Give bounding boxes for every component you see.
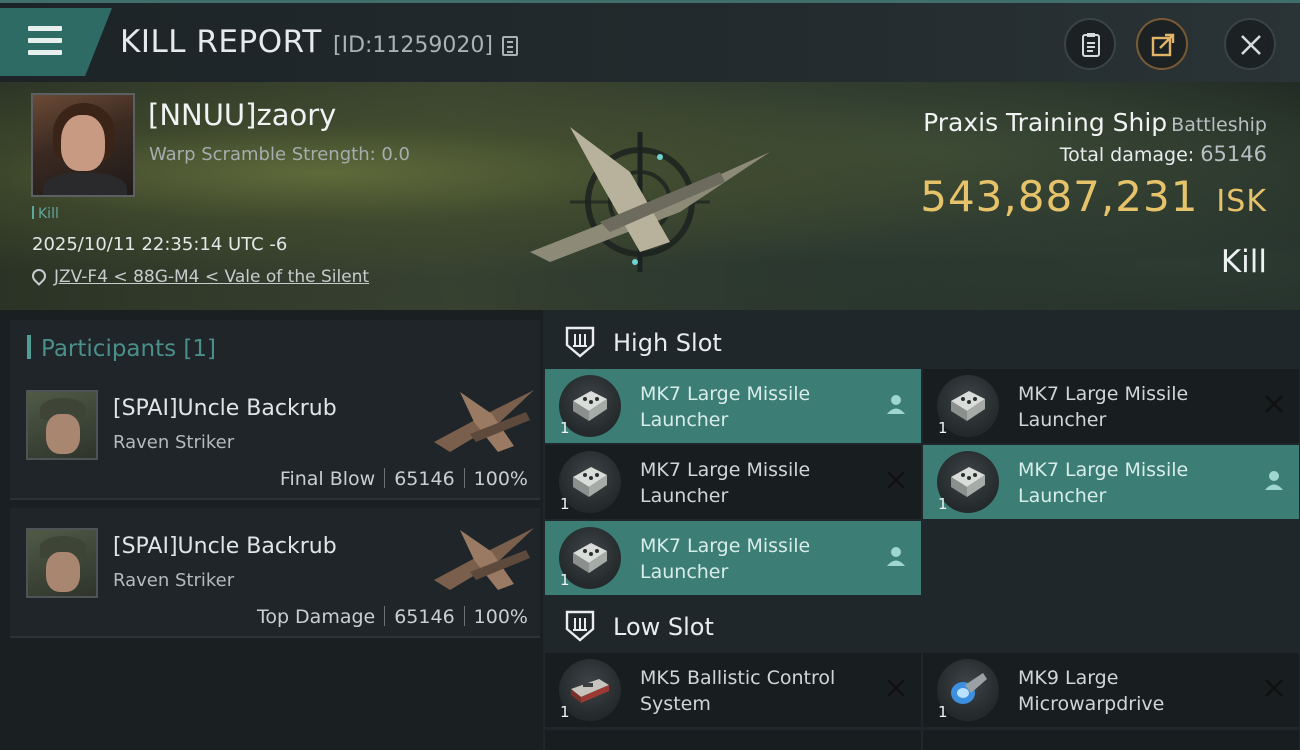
warp-scramble-strength: Warp Scramble Strength: 0.0: [149, 144, 411, 165]
participant-role: Top Damage: [256, 606, 376, 628]
low-slot-icon: [565, 610, 595, 642]
participant-row[interactable]: [SPAI]Uncle Backrub Raven Striker Final …: [10, 370, 540, 500]
module-item[interactable]: 1 MK7 Large Missile Launcher: [545, 369, 921, 443]
low-slot-title: Low Slot: [613, 613, 714, 641]
module-item[interactable]: 1 MK7 Large Missile Launcher: [545, 445, 921, 519]
x-icon: [1265, 395, 1283, 413]
participant-avatar[interactable]: [26, 528, 98, 598]
copy-id-icon[interactable]: [502, 36, 518, 56]
share-button[interactable]: [1136, 18, 1188, 70]
participant-ship-image: [434, 390, 534, 452]
module-quantity: 1: [938, 419, 948, 437]
x-icon: [1265, 679, 1283, 697]
total-damage: Total damage: 65146: [1060, 142, 1267, 166]
menu-button[interactable]: [0, 8, 112, 76]
victim-ship-image: [530, 127, 770, 272]
module-name: MK7 Large Missile Launcher: [640, 535, 811, 583]
module-quantity: 1: [560, 703, 570, 721]
module-item[interactable]: [923, 730, 1299, 750]
high-slot-icon: [565, 326, 595, 358]
participant-name[interactable]: [SPAI]Uncle Backrub: [113, 534, 337, 559]
module-name: MK5 Ballistic Control System: [640, 667, 836, 715]
hamburger-icon: [28, 26, 62, 56]
module-item[interactable]: 1 MK7 Large Missile Launcher: [923, 369, 1299, 443]
low-slot-header: Low Slot: [543, 596, 1300, 654]
participant-ship-image: [434, 528, 534, 590]
result-label: Kill: [1220, 244, 1267, 280]
module-item[interactable]: 1 MK9 Large Microwarpdrive: [923, 653, 1299, 727]
participant-ship: Raven Striker: [113, 570, 235, 591]
module-quantity: 1: [560, 571, 570, 589]
isk-unit: ISK: [1216, 184, 1267, 219]
clipboard-button[interactable]: [1064, 18, 1116, 70]
module-name: MK7 Large Missile Launcher: [1018, 383, 1189, 431]
participant-damage: 65146: [394, 606, 455, 628]
kill-timestamp: 2025/10/11 22:35:14 UTC -6: [32, 234, 288, 255]
ship-class-text: Battleship: [1171, 114, 1267, 136]
x-icon: [887, 471, 905, 489]
participant-name[interactable]: [SPAI]Uncle Backrub: [113, 396, 337, 421]
module-name: MK9 Large Microwarpdrive: [1018, 667, 1165, 715]
participant-row[interactable]: [SPAI]Uncle Backrub Raven Striker Top Da…: [10, 508, 540, 638]
location-link[interactable]: JZV-F4 < 88G-M4 < Vale of the Silent: [54, 267, 369, 287]
participants-header: Participants [1]: [10, 320, 540, 370]
module-name: MK7 Large Missile Launcher: [640, 459, 811, 507]
participant-ship: Raven Striker: [113, 432, 235, 453]
participants-panel: Participants [1] [SPAI]Uncle Backrub Rav…: [0, 310, 543, 750]
close-icon: [1241, 35, 1261, 55]
total-damage-value: 65146: [1200, 142, 1267, 166]
participant-damage: 65146: [394, 468, 455, 490]
module-name: MK7 Large Missile Launcher: [1018, 459, 1189, 507]
isk-amount: 543,887,231: [920, 172, 1199, 221]
participants-title: Participants [1]: [41, 336, 216, 362]
clipboard-icon: [1082, 33, 1100, 57]
total-damage-label: Total damage:: [1059, 144, 1195, 166]
person-icon: [887, 547, 905, 566]
participant-stats: Final Blow 65146 100%: [280, 468, 528, 490]
victim-ship-name[interactable]: Praxis Training Ship Battleship: [923, 108, 1267, 137]
ship-name-text: Praxis Training Ship: [923, 108, 1168, 137]
participant-role: Final Blow: [279, 468, 376, 490]
person-icon: [1265, 471, 1283, 490]
person-icon: [887, 395, 905, 414]
isk-value: 543,887,231 ISK: [920, 172, 1267, 221]
module-item[interactable]: 1 MK7 Large Missile Launcher: [545, 521, 921, 595]
module-quantity: 1: [938, 703, 948, 721]
close-button[interactable]: [1224, 18, 1276, 70]
module-quantity: 1: [560, 419, 570, 437]
victim-summary: [NNUU]zaory Warp Scramble Strength: 0.0 …: [0, 82, 1300, 310]
x-icon: [887, 679, 905, 697]
module-item[interactable]: [545, 730, 921, 750]
page-title: KILL REPORT: [120, 24, 322, 60]
victim-name[interactable]: [NNUU]zaory: [148, 98, 336, 132]
high-slot-header: High Slot: [543, 312, 1300, 370]
kill-tag: Kill: [32, 206, 59, 222]
share-icon: [1151, 33, 1175, 57]
module-name: MK7 Large Missile Launcher: [640, 383, 811, 431]
location-pin-icon: [29, 266, 49, 286]
module-item[interactable]: 1 MK7 Large Missile Launcher: [923, 445, 1299, 519]
module-quantity: 1: [938, 495, 948, 513]
participant-percent: 100%: [473, 468, 528, 490]
victim-avatar[interactable]: [31, 93, 135, 197]
participant-avatar[interactable]: [26, 390, 98, 460]
participant-percent: 100%: [473, 606, 528, 628]
participant-stats: Top Damage 65146 100%: [257, 606, 528, 628]
high-slot-title: High Slot: [613, 329, 722, 357]
top-bar: KILL REPORT [ID:11259020]: [0, 0, 1300, 82]
module-item[interactable]: 1 MK5 Ballistic Control System: [545, 653, 921, 727]
report-id: [ID:11259020]: [333, 33, 493, 58]
fitting-panel: High Slot 1 MK7 Large Missile Launcher 1 …: [543, 310, 1300, 750]
kill-location[interactable]: JZV-F4 < 88G-M4 < Vale of the Silent: [29, 266, 369, 287]
module-quantity: 1: [560, 495, 570, 513]
